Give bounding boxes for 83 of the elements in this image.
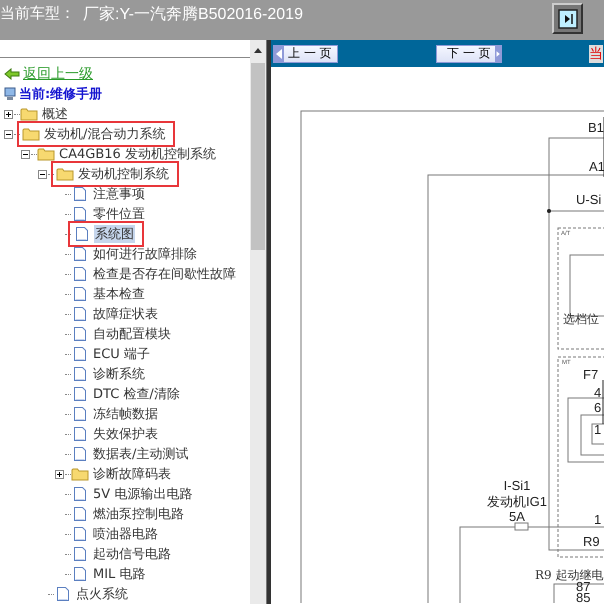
vehicle-model-value: 厂家:Y-一汽奔腾B502016-2019 — [83, 4, 303, 25]
diagram-label: 发动机IG1 — [487, 494, 547, 509]
document-icon — [73, 286, 87, 302]
document-icon — [73, 546, 87, 562]
document-icon — [73, 326, 87, 342]
diagram-label: A1 — [589, 159, 604, 174]
tree-item[interactable]: 喷油器电路 — [92, 525, 159, 543]
tree-item[interactable]: 发动机/混合动力系统 — [43, 125, 166, 143]
tree-item[interactable]: 注意事项 — [92, 185, 146, 203]
tree-item[interactable]: 故障症状表 — [92, 305, 159, 323]
left-arrow-icon — [274, 46, 284, 62]
expand-toggle-icon[interactable] — [55, 470, 64, 478]
tree-item[interactable]: 诊断故障码表 — [92, 465, 172, 483]
document-icon — [56, 586, 70, 602]
current-page-label: 当 — [589, 45, 603, 63]
tree-item[interactable]: DTC 检查/清除 — [92, 385, 181, 403]
document-icon — [73, 366, 87, 382]
document-icon — [73, 206, 87, 222]
tree-item[interactable]: 5V 电源输出电路 — [92, 485, 194, 503]
tree-item[interactable]: 发动机控制系统 — [77, 165, 170, 183]
diagram-label: 1 — [594, 422, 602, 437]
tree-item[interactable]: 点火系统 — [75, 585, 129, 603]
diagram-label: 6 — [594, 400, 602, 415]
collapse-toggle-icon[interactable] — [21, 150, 30, 158]
expand-toggle-icon[interactable] — [4, 110, 13, 118]
diagram-label: 5A — [509, 509, 525, 524]
document-icon — [73, 566, 87, 582]
collapse-toggle-icon[interactable] — [4, 130, 13, 138]
document-icon — [73, 486, 87, 502]
tree-item[interactable]: 自动配置模块 — [92, 325, 172, 343]
document-icon — [75, 226, 89, 242]
tree-item[interactable]: 基本检查 — [92, 285, 146, 303]
tree-item[interactable]: 如何进行故障排除 — [92, 245, 198, 263]
document-icon — [73, 446, 87, 462]
tree-item[interactable]: MIL 电路 — [92, 565, 146, 583]
document-icon — [73, 406, 87, 422]
folder-icon — [71, 467, 89, 481]
document-icon — [73, 426, 87, 442]
tree-item[interactable]: 概述 — [41, 105, 69, 123]
document-icon — [73, 266, 87, 282]
tree-item[interactable]: 系统图 — [94, 225, 135, 243]
collapse-toggle-icon[interactable] — [38, 170, 47, 178]
tree-item[interactable]: 起动信号电路 — [92, 545, 172, 563]
document-icon — [73, 246, 87, 262]
scrollbar-thumb[interactable] — [251, 63, 265, 250]
diagram-label: 4 — [594, 385, 602, 400]
tree-item[interactable]: CA4GB16 发动机控制系统 — [58, 145, 217, 163]
back-arrow-icon — [4, 68, 20, 80]
scrollbar[interactable] — [250, 40, 266, 604]
tree-item[interactable]: 失效保护表 — [92, 425, 159, 443]
folder-icon — [20, 107, 38, 121]
diagram-label: 1 — [594, 512, 602, 527]
current-location-label: 当前:维修手册 — [19, 86, 102, 103]
tree-item[interactable]: 诊断系统 — [92, 365, 146, 383]
document-icon — [73, 386, 87, 402]
diagram-label: R9 起动继电 — [535, 568, 604, 582]
folder-icon — [56, 167, 74, 181]
diagram-label: 选档位 — [563, 312, 599, 326]
document-icon — [73, 526, 87, 542]
diagram-label: B1 — [588, 120, 604, 135]
document-icon — [73, 506, 87, 522]
next-page-button[interactable]: 下 一 页 — [436, 44, 502, 62]
diagram-label: I-Si1 — [504, 478, 530, 493]
back-link[interactable]: 返回上一级 — [23, 65, 93, 83]
scroll-up-icon[interactable] — [253, 47, 263, 53]
document-icon — [73, 306, 87, 322]
document-icon — [73, 346, 87, 362]
tree-item[interactable]: 冻结帧数据 — [92, 405, 159, 423]
folder-icon — [37, 147, 55, 161]
diagram-label: U-Si — [576, 192, 602, 207]
previous-page-button[interactable]: 上 一 页 — [273, 44, 338, 62]
diagram-label: F7 — [583, 367, 598, 382]
panel-toggle-button[interactable] — [552, 3, 583, 34]
monitor-icon — [4, 87, 16, 101]
tree-item[interactable]: 检查是否存在间歇性故障 — [92, 265, 237, 283]
vehicle-model-label: 当前车型： — [0, 3, 76, 23]
tree-item[interactable]: ECU 端子 — [92, 345, 151, 363]
tree-item[interactable]: 零件位置 — [92, 205, 146, 223]
folder-icon — [22, 127, 40, 141]
diagram-label: R9 — [583, 534, 600, 549]
tree-item[interactable]: 数据表/主动测试 — [92, 445, 190, 463]
document-icon — [73, 186, 87, 202]
tree-item[interactable]: 燃油泵控制电路 — [92, 505, 185, 523]
